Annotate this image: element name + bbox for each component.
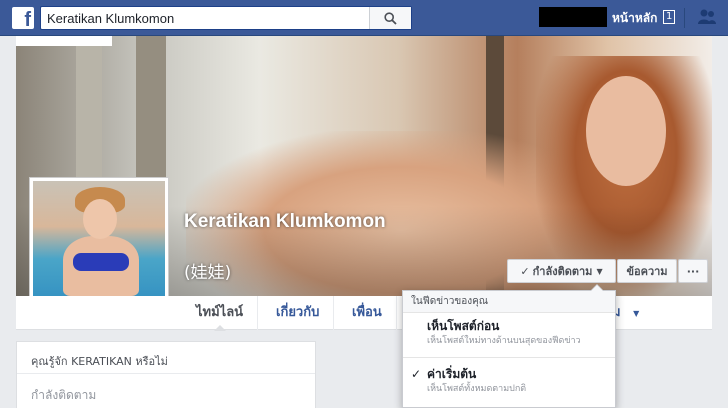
message-label: ข้อความ — [626, 265, 668, 278]
caret-down-icon: ▼ — [633, 309, 640, 318]
caret-down-icon: ▼ — [596, 266, 603, 276]
magazine-logo — [16, 36, 112, 46]
more-options-button[interactable]: ··· — [678, 259, 708, 283]
profile-photo-swimsuit — [73, 253, 129, 271]
tab-friends[interactable]: เพื่อน — [338, 296, 397, 330]
panel-following-label: กำลังติดตาม — [31, 388, 97, 402]
facebook-logo-icon[interactable]: f — [12, 7, 34, 29]
menu-item-title: ค่าเริ่มต้น — [427, 367, 477, 381]
search-box — [40, 6, 412, 30]
profile-name[interactable]: Keratikan Klumkomon — [184, 210, 404, 233]
panel-title: คุณรู้จัก KERATIKAN หรือไม่ — [31, 355, 168, 368]
news-feed-preferences-menu: ในฟีดข่าวของคุณ เห็นโพสต์ก่อน เห็นโพสต์ใ… — [402, 284, 616, 408]
topbar-divider — [684, 8, 685, 28]
menu-header: ในฟีดข่าวของคุณ — [403, 291, 615, 313]
check-icon: ✓ — [411, 367, 422, 381]
profile-photo — [33, 181, 165, 311]
profile-alternate-name: (娃娃) — [184, 263, 232, 283]
menu-divider — [403, 357, 615, 358]
message-button[interactable]: ข้อความ — [617, 259, 677, 283]
top-bar: f หน้าหลัก 1 — [0, 0, 728, 36]
search-button[interactable] — [369, 7, 411, 29]
search-icon — [384, 11, 397, 25]
tab-timeline[interactable]: ไทม์ไลน์ — [182, 296, 259, 331]
profile-picture[interactable] — [29, 177, 169, 315]
user-name-redacted[interactable] — [539, 7, 607, 27]
profile-photo-face — [83, 199, 117, 239]
friend-requests-icon[interactable] — [697, 8, 717, 26]
following-button[interactable]: ✓ กำลังติดตาม ▼ — [507, 259, 616, 283]
do-you-know-panel: คุณรู้จัก KERATIKAN หรือไม่ กำลังติดตาม — [16, 341, 316, 408]
more-icon: ··· — [686, 264, 700, 278]
menu-item-description: เห็นโพสต์ทั้งหมดตามปกติ — [427, 384, 527, 394]
following-label: กำลังติดตาม — [532, 265, 593, 278]
cover-face — [586, 76, 666, 186]
tab-more[interactable]: ม ▼ — [612, 296, 639, 330]
check-icon: ✓ — [520, 264, 530, 278]
menu-item-description: เห็นโพสต์ใหม่ทางด้านบนสุดของฟีดข่าว — [427, 336, 581, 346]
panel-divider — [17, 373, 315, 374]
menu-item-see-first[interactable]: เห็นโพสต์ก่อน เห็นโพสต์ใหม่ทางด้านบนสุดข… — [403, 317, 615, 347]
menu-item-title: เห็นโพสต์ก่อน — [427, 319, 500, 333]
home-link[interactable]: หน้าหลัก — [612, 9, 657, 28]
menu-item-default[interactable]: ✓ ค่าเริ่มต้น เห็นโพสต์ทั้งหมดตามปกติ — [403, 365, 615, 395]
tab-about[interactable]: เกี่ยวกับ — [262, 296, 335, 330]
search-input[interactable] — [41, 7, 371, 29]
home-badge: 1 — [663, 10, 676, 24]
